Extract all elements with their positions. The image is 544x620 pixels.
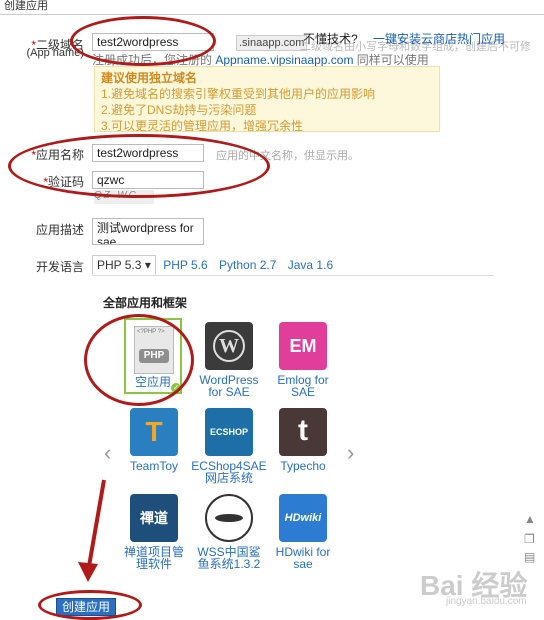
- help-link[interactable]: 一键安装云商店热门应用: [373, 30, 505, 47]
- app-tile[interactable]: HDwiki HDwiki for sae: [276, 494, 330, 570]
- annotation-circle: [84, 314, 194, 406]
- lang-tabs: PHP 5.3 ▾ PHP 5.6 Python 2.7 Java 1.6: [92, 255, 494, 276]
- app-name: HDwiki for sae: [275, 545, 331, 571]
- watermark-url: jingyan.baidu.com: [446, 596, 527, 607]
- wp-letter: W: [213, 330, 245, 362]
- shark-shape: [215, 514, 243, 522]
- lang-label: 开发语言: [35, 260, 84, 274]
- teamtoy-icon: T: [130, 408, 178, 456]
- zentao-icon: 禪道: [130, 494, 178, 542]
- help-question: 不懂技术?: [303, 32, 358, 46]
- copy-icon[interactable]: ❐: [524, 532, 538, 546]
- app-name: WordPress for SAE: [199, 373, 259, 399]
- domain-hint-link[interactable]: Appname.vipsinaapp.com: [215, 53, 353, 67]
- app-name: TeamToy: [129, 459, 179, 473]
- dropdown-arrow-icon: ▾: [144, 258, 151, 272]
- typecho-icon: t: [279, 408, 327, 456]
- tab-python27[interactable]: Python 2.7: [215, 258, 280, 272]
- hdwiki-icon: HDwiki: [279, 494, 327, 542]
- app-name: ECShop4SAE网店系统: [191, 459, 267, 485]
- tip-item: 1.避免域名的搜索引擎权重受到其他用户的应用影响: [101, 87, 376, 101]
- app-tile[interactable]: ECSHOP ECShop4SAE网店系统: [191, 408, 267, 484]
- desc-label: 应用描述: [35, 223, 84, 237]
- domain-label-en: (App name): [26, 47, 84, 59]
- prev-arrow-icon[interactable]: ‹: [104, 440, 111, 466]
- next-arrow-icon[interactable]: ›: [347, 440, 354, 466]
- comment-icon[interactable]: ▤: [524, 550, 538, 564]
- ecshop-icon: ECSHOP: [205, 408, 253, 456]
- app-tile[interactable]: W WordPress for SAE: [199, 322, 259, 398]
- app-name: 禅道项目管理软件: [124, 545, 185, 571]
- annotation-circle: [70, 16, 216, 66]
- app-tile[interactable]: WSS中国鲨鱼系统1.3.2: [197, 494, 261, 570]
- tab-php53-label: PHP 5.3: [97, 258, 142, 272]
- arrow-up-icon[interactable]: ▲: [524, 512, 538, 526]
- tab-php56[interactable]: PHP 5.6: [159, 258, 211, 272]
- app-tile[interactable]: T TeamToy: [128, 408, 180, 472]
- wordpress-icon: W: [205, 322, 253, 370]
- tip-item: 3.可以更灵活的管理应用，增强冗余性: [101, 119, 304, 133]
- tip-box: 建议使用独立域名 1.避免域名的搜索引擎权重受到其他用户的应用影响 2.避免了D…: [94, 66, 440, 133]
- tab-java16[interactable]: Java 1.6: [284, 258, 337, 272]
- app-name: WSS中国鲨鱼系统1.3.2: [197, 545, 261, 571]
- annotation-circle: [38, 590, 142, 620]
- apps-section-title: 全部应用和框架: [103, 296, 188, 310]
- domain-suffix: .sinaapp.com: [236, 35, 308, 51]
- tab-php53[interactable]: PHP 5.3 ▾: [92, 255, 156, 275]
- emlog-icon: EM: [279, 322, 327, 370]
- app-name: Emlog for SAE: [277, 373, 329, 399]
- desc-textarea[interactable]: [92, 218, 204, 245]
- tip-title: 建议使用独立域名: [101, 71, 198, 85]
- app-tile[interactable]: t Typecho: [277, 408, 329, 472]
- app-tile[interactable]: EM Emlog for SAE: [277, 322, 329, 398]
- tip-item: 2.避免了DNS劫持与污染问题: [101, 103, 257, 117]
- app-name: Typecho: [280, 459, 326, 473]
- annotation-circle: [8, 134, 270, 198]
- annotation-arrow: [78, 479, 106, 582]
- page-header: 创建应用: [0, 0, 544, 15]
- wss-icon: [205, 494, 253, 542]
- app-tile[interactable]: 禪道 禅道项目管理软件: [124, 494, 184, 570]
- domain-hint-suffix: 同样可以使用: [356, 53, 429, 67]
